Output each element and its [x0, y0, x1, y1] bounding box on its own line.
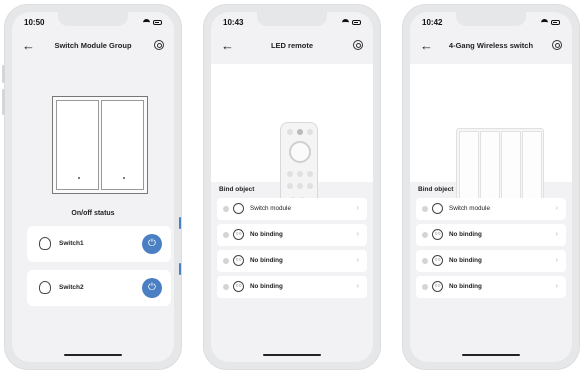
bind-label: Switch module — [449, 205, 490, 212]
bind-label: No binding — [449, 257, 482, 264]
wifi-icon — [541, 19, 548, 25]
scroll-edge-indicator — [179, 263, 181, 275]
battery-icon — [551, 19, 560, 25]
radio-indicator[interactable] — [223, 284, 229, 290]
phone-4-gang-wireless-switch: 10:42 ← 4-Gang Wireless switch Bind obje… — [402, 4, 580, 370]
double-switch-image — [52, 96, 148, 194]
home-indicator — [462, 353, 520, 356]
switch-card-2[interactable]: Switch2 ⏻ — [27, 270, 171, 306]
bind-label: No binding — [449, 283, 482, 290]
settings-icon[interactable] — [353, 40, 363, 50]
section-title: Bind object — [219, 186, 255, 193]
radio-indicator[interactable] — [223, 206, 229, 212]
screen: 10:42 ← 4-Gang Wireless switch Bind obje… — [410, 12, 572, 362]
wifi-icon — [143, 19, 150, 25]
home-indicator — [263, 353, 321, 356]
bulb-icon — [432, 203, 443, 214]
bind-label: No binding — [250, 283, 283, 290]
chevron-right-icon: › — [555, 281, 558, 290]
bind-label: No binding — [449, 231, 482, 238]
power-button[interactable]: ⏻ — [142, 278, 162, 298]
home-indicator — [64, 353, 122, 356]
screen: 10:50 ← Switch Module Group On/off statu… — [12, 12, 174, 362]
bind-row[interactable]: ○○ No binding › — [416, 224, 566, 246]
bind-row[interactable]: ○○ No binding › — [217, 276, 367, 298]
radio-indicator[interactable] — [223, 232, 229, 238]
radio-indicator[interactable] — [422, 284, 428, 290]
unlinked-icon: ○○ — [233, 281, 244, 292]
page-title: LED remote — [270, 41, 314, 50]
unlinked-icon: ○○ — [432, 229, 443, 240]
section-title: Bind object — [418, 186, 454, 193]
clock: 10:43 — [223, 18, 244, 27]
bind-label: Switch module — [250, 205, 291, 212]
switch-card-1[interactable]: Switch1 ⏻ — [27, 226, 171, 262]
bind-row[interactable]: Switch module › — [416, 198, 566, 220]
unlinked-icon: ○○ — [432, 255, 443, 266]
nav-bar: ← LED remote — [211, 38, 373, 56]
screen: 10:43 ← LED remote Bind object Switch mo… — [211, 12, 373, 362]
bind-row[interactable]: ○○ No binding › — [416, 250, 566, 272]
bind-row[interactable]: ○○ No binding › — [416, 276, 566, 298]
bulb-icon — [39, 281, 51, 294]
nav-bar: ← 4-Gang Wireless switch — [410, 38, 572, 56]
bind-row[interactable]: ○○ No binding › — [217, 224, 367, 246]
switch-label: Switch1 — [59, 240, 84, 247]
bind-row[interactable]: Switch module › — [217, 198, 367, 220]
section-title: On/off status — [71, 210, 115, 217]
page-title: 4-Gang Wireless switch — [448, 41, 534, 50]
status-bar: 10:50 — [24, 18, 162, 30]
clock: 10:42 — [422, 18, 443, 27]
settings-icon[interactable] — [154, 40, 164, 50]
radio-indicator[interactable] — [422, 232, 428, 238]
scroll-edge-indicator — [179, 217, 181, 229]
radio-indicator[interactable] — [422, 258, 428, 264]
device-image-area — [410, 64, 572, 218]
chevron-right-icon: › — [356, 229, 359, 238]
device-image-area — [211, 64, 373, 220]
bind-label: No binding — [250, 231, 283, 238]
chevron-right-icon: › — [555, 255, 558, 264]
chevron-right-icon: › — [555, 229, 558, 238]
unlinked-icon: ○○ — [432, 281, 443, 292]
nav-bar: ← Switch Module Group — [12, 38, 174, 56]
bulb-icon — [233, 203, 244, 214]
battery-icon — [153, 19, 162, 25]
clock: 10:50 — [24, 18, 45, 27]
radio-indicator[interactable] — [223, 258, 229, 264]
status-bar: 10:43 — [223, 18, 361, 30]
chevron-right-icon: › — [356, 281, 359, 290]
bind-row[interactable]: ○○ No binding › — [217, 250, 367, 272]
status-bar: 10:42 — [422, 18, 560, 30]
screenshot-stage: 10:50 ← Switch Module Group On/off statu… — [0, 0, 584, 372]
wifi-icon — [342, 19, 349, 25]
unlinked-icon: ○○ — [233, 255, 244, 266]
unlinked-icon: ○○ — [233, 229, 244, 240]
page-title: Switch Module Group — [54, 41, 132, 50]
bind-label: No binding — [250, 257, 283, 264]
bulb-icon — [39, 237, 51, 250]
settings-icon[interactable] — [552, 40, 562, 50]
radio-indicator[interactable] — [422, 206, 428, 212]
power-button[interactable]: ⏻ — [142, 234, 162, 254]
chevron-right-icon: › — [356, 255, 359, 264]
chevron-right-icon: › — [356, 203, 359, 212]
chevron-right-icon: › — [555, 203, 558, 212]
phone-switch-module-group: 10:50 ← Switch Module Group On/off statu… — [2, 4, 182, 370]
battery-icon — [352, 19, 361, 25]
phone-led-remote: 10:43 ← LED remote Bind object Switch mo… — [203, 4, 381, 370]
switch-label: Switch2 — [59, 284, 84, 291]
